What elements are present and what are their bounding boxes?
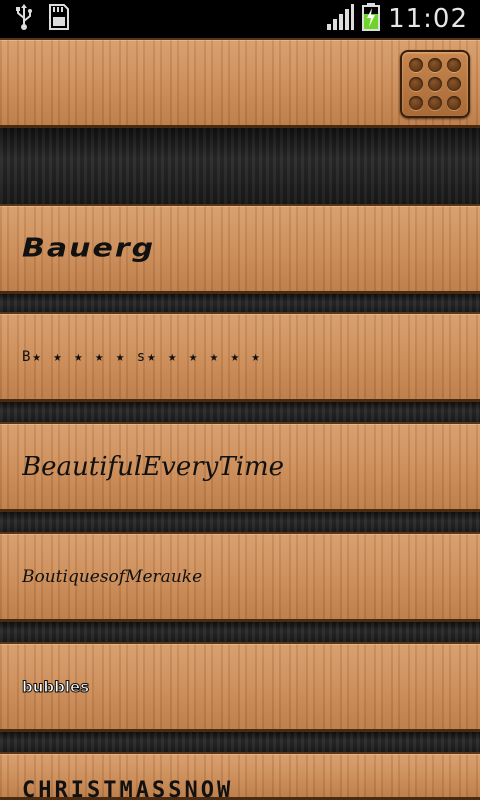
grid-menu-button[interactable] (400, 50, 470, 118)
grid-menu-icon (447, 96, 461, 110)
shelf-gap (0, 128, 480, 206)
shelf-gap (0, 512, 480, 534)
grid-menu-icon (409, 58, 423, 72)
font-list-item[interactable]: B★ ★ ★ ★ ★ s★ ★ ★ ★ ★ ★ (0, 312, 480, 402)
font-list-item[interactable]: bubbles (0, 642, 480, 732)
font-name-label: BoutiquesofMerauke (22, 566, 203, 587)
status-clock: 11:02 (388, 4, 468, 34)
shelf-gap (0, 622, 480, 644)
grid-menu-icon (447, 58, 461, 72)
grid-menu-icon (409, 77, 423, 91)
font-name-label: B★ ★ ★ ★ ★ s★ ★ ★ ★ ★ ★ (22, 348, 262, 365)
app-header (0, 38, 480, 128)
grid-menu-icon (428, 58, 442, 72)
status-bar: 11:02 (0, 0, 480, 38)
usb-icon (14, 4, 34, 34)
signal-icon (326, 4, 355, 34)
font-name-label: Bauerg (22, 233, 156, 264)
font-list-item[interactable]: Bauerg (0, 204, 480, 294)
shelf-gap (0, 294, 480, 314)
font-name-label: bubbles (22, 677, 90, 696)
shelf-gap (0, 732, 480, 754)
grid-menu-icon (428, 77, 442, 91)
font-list-item[interactable]: BeautifulEveryTime (0, 422, 480, 512)
font-list-item[interactable]: BoutiquesofMerauke (0, 532, 480, 622)
grid-menu-icon (447, 77, 461, 91)
font-list-item[interactable]: CHRISTMASSNOW (0, 752, 480, 800)
grid-menu-icon (428, 96, 442, 110)
battery-charging-icon (362, 3, 381, 35)
font-name-label: BeautifulEveryTime (22, 451, 285, 482)
grid-menu-icon (409, 96, 423, 110)
font-name-label: CHRISTMASSNOW (22, 779, 234, 800)
shelf-gap (0, 402, 480, 424)
sd-card-icon (48, 3, 70, 35)
